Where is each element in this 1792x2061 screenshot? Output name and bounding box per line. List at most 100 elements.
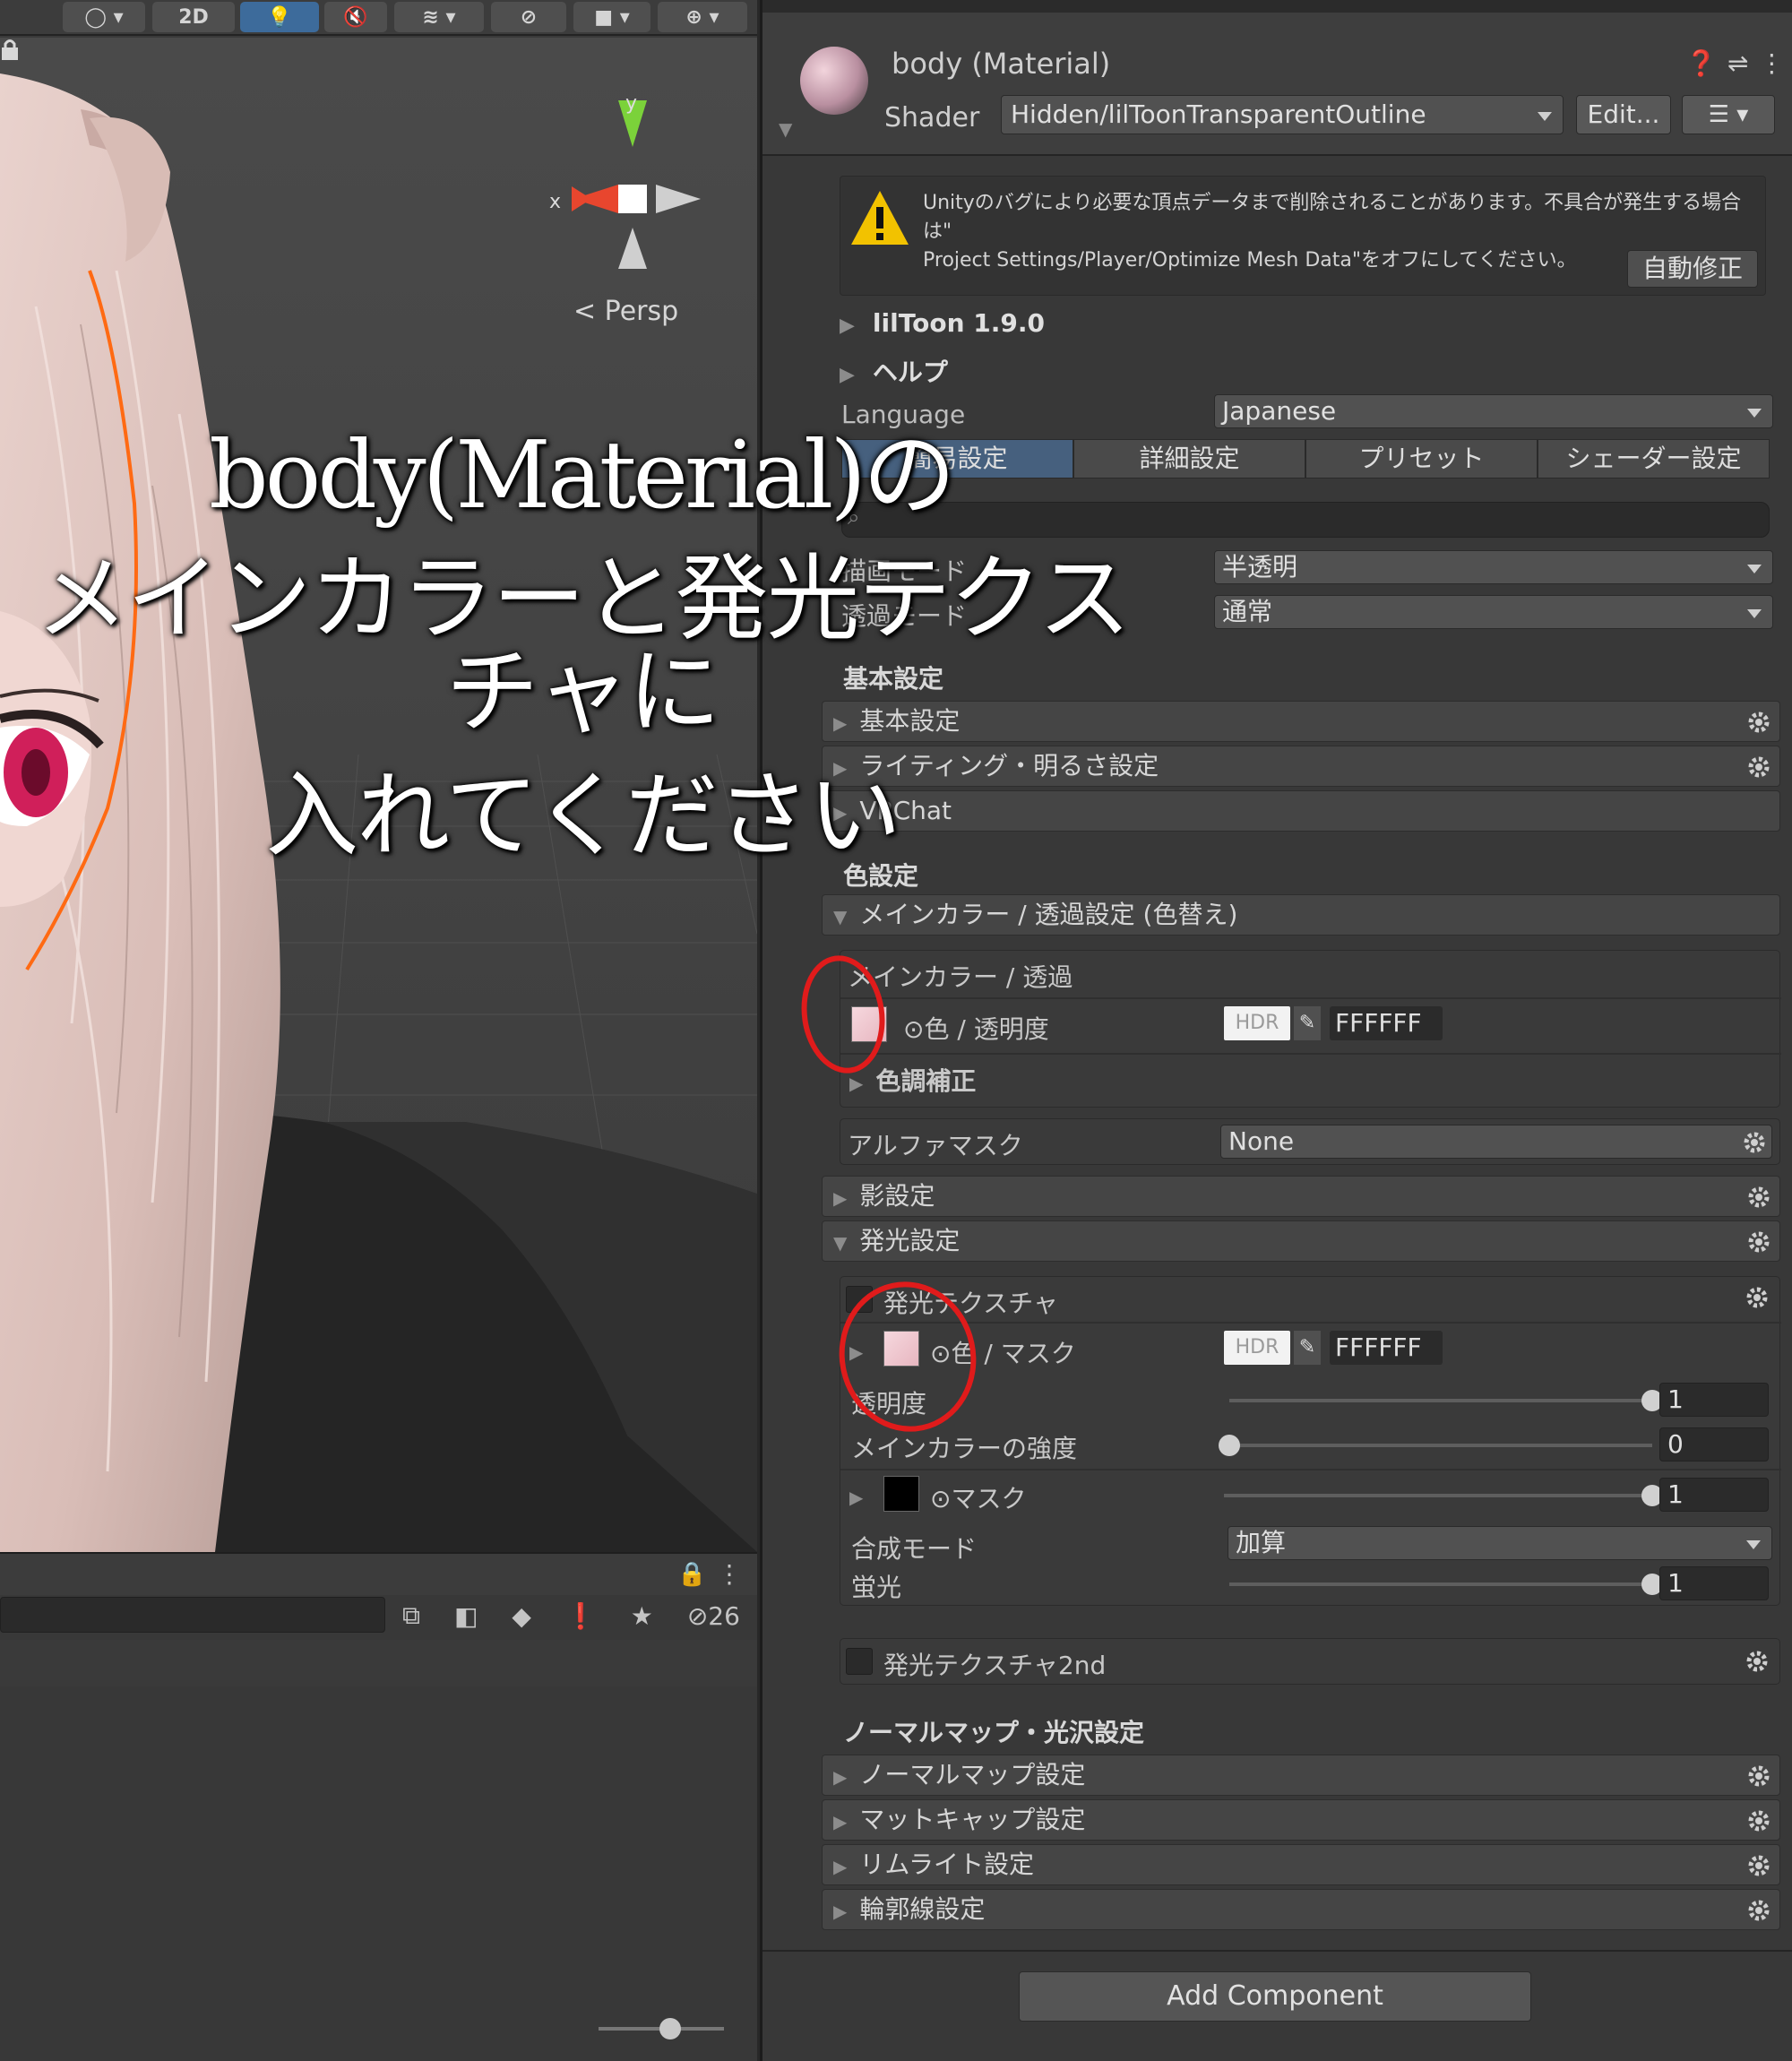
- liltoon-version-foldout[interactable]: ▶ lilToon 1.9.0: [840, 308, 1045, 338]
- gear-icon[interactable]: [1747, 711, 1770, 734]
- icon-size-slider-knob[interactable]: [659, 2018, 681, 2039]
- emission-color-hex-input[interactable]: FFFFFF: [1330, 1331, 1443, 1365]
- rimlight-row[interactable]: ▶ リムライト設定: [822, 1844, 1780, 1885]
- main-color-hdr-swatch[interactable]: HDR: [1224, 1006, 1290, 1040]
- autofix-button[interactable]: 自動修正: [1627, 250, 1758, 288]
- alert-icon[interactable]: ❗: [565, 1601, 597, 1631]
- gear-icon[interactable]: [1747, 1809, 1770, 1832]
- render-mode-dropdown[interactable]: 半透明: [1214, 550, 1773, 584]
- emission-mask-slider[interactable]: [1224, 1494, 1652, 1497]
- kebab-menu-icon[interactable]: ⋮: [717, 1559, 742, 1589]
- presets-icon[interactable]: ⇌: [1727, 48, 1759, 78]
- chevron-down-icon[interactable]: ▼: [779, 118, 792, 140]
- shader-dropdown[interactable]: Hidden/lilToonTransparentOutline: [1001, 95, 1564, 134]
- scene-visibility-button[interactable]: ⊘: [491, 2, 566, 32]
- main-color-header-row[interactable]: ▼ メインカラー / 透過設定 (色替え): [822, 894, 1780, 936]
- normal-map-row[interactable]: ▶ ノーマルマップ設定: [822, 1755, 1780, 1796]
- emission-color-hdr-swatch[interactable]: HDR: [1224, 1331, 1290, 1365]
- hidden-packages-button[interactable]: ⊘26: [687, 1601, 740, 1631]
- header-icons: ❓⇌⋮: [1685, 48, 1792, 78]
- triangle-right-icon: ▶: [833, 757, 848, 779]
- gear-icon[interactable]: [1747, 1899, 1770, 1922]
- open-window-icon[interactable]: ⧉: [402, 1600, 420, 1631]
- project-search-input[interactable]: [0, 1597, 385, 1633]
- triangle-right-icon[interactable]: ▶: [849, 1341, 863, 1363]
- scene-view[interactable]: ◯ ▾ 2D 💡 🔇 ≋ ▾ ⊘ ■ ▾ ⊕ ▾ x y < Persp 🔒 ⋮…: [0, 0, 757, 2061]
- search-icon: ⌕: [848, 504, 860, 530]
- main-texture-slot[interactable]: [851, 1006, 887, 1042]
- scene-viewport[interactable]: x y < Persp: [0, 38, 757, 1552]
- lighting-settings-row[interactable]: ▶ ライティング・明るさ設定: [822, 746, 1780, 787]
- toggle-2d-button[interactable]: 2D: [152, 2, 235, 32]
- alpha-mask-value: None: [1228, 1126, 1295, 1156]
- main-color-strength-slider[interactable]: [1229, 1444, 1652, 1447]
- gear-icon[interactable]: [1747, 755, 1770, 779]
- lock-icon[interactable]: 🔒: [677, 1561, 706, 1588]
- camera-button[interactable]: ■ ▾: [573, 2, 650, 32]
- project-row[interactable]: [0, 1640, 757, 1686]
- color-correction-foldout[interactable]: ▶ 色調補正: [849, 1062, 976, 1098]
- lightbulb-icon: 💡: [267, 5, 292, 29]
- gear-icon[interactable]: [1747, 1230, 1770, 1254]
- material-preview-thumbnail[interactable]: [800, 47, 868, 115]
- shadow-settings-row[interactable]: ▶ 影設定: [822, 1176, 1780, 1217]
- vrchat-row[interactable]: ▶ VRChat: [822, 790, 1780, 832]
- matcap-row[interactable]: ▶ マットキャップ設定: [822, 1799, 1780, 1841]
- tab-simple-settings[interactable]: 簡易設定: [841, 439, 1073, 479]
- label-tag-icon[interactable]: ◆: [512, 1601, 531, 1631]
- audio-toggle-button[interactable]: 🔇: [324, 2, 387, 32]
- main-color-strength-slider-knob[interactable]: [1219, 1435, 1240, 1456]
- draw-mode-button[interactable]: ◯ ▾: [63, 2, 145, 32]
- main-color-strength-input[interactable]: 0: [1659, 1427, 1769, 1462]
- emission-mask-texture-slot[interactable]: [883, 1476, 919, 1512]
- emission-mask-input[interactable]: 1: [1659, 1478, 1769, 1512]
- property-search-input[interactable]: ⌕: [841, 502, 1770, 538]
- emission-opacity-slider[interactable]: [1229, 1399, 1652, 1402]
- eyedropper-icon[interactable]: ✎: [1294, 1006, 1321, 1040]
- tab-presets[interactable]: プリセット: [1305, 439, 1538, 479]
- star-icon[interactable]: ★: [631, 1601, 653, 1631]
- gear-icon[interactable]: [1747, 1854, 1770, 1877]
- gear-icon[interactable]: [1745, 1286, 1769, 1309]
- emission-enable-checkbox[interactable]: [846, 1286, 873, 1313]
- help-label: ヘルプ: [872, 358, 948, 387]
- lock-icon[interactable]: [0, 38, 20, 61]
- color-correction-label: 色調補正: [875, 1066, 977, 1096]
- blend-mode-dropdown[interactable]: 加算: [1228, 1526, 1772, 1560]
- triangle-right-icon: ▶: [833, 1766, 848, 1788]
- emission-texture-slot[interactable]: [883, 1331, 919, 1367]
- emission-2nd-checkbox[interactable]: [846, 1648, 873, 1675]
- chevron-down-icon: [1746, 1540, 1761, 1549]
- kebab-menu-icon[interactable]: ⋮: [1759, 48, 1792, 78]
- gear-icon[interactable]: [1745, 1650, 1769, 1673]
- tab-shader-settings[interactable]: シェーダー設定: [1538, 439, 1770, 479]
- basic-settings-row[interactable]: ▶ 基本設定: [822, 701, 1780, 742]
- material-list-button[interactable]: ☰ ▾: [1682, 95, 1775, 134]
- help-foldout[interactable]: ▶ ヘルプ: [840, 353, 948, 389]
- alpha-mask-field[interactable]: None: [1220, 1125, 1772, 1159]
- tab-advanced-settings[interactable]: 詳細設定: [1073, 439, 1305, 479]
- add-component-button[interactable]: Add Component: [1019, 1971, 1531, 2022]
- fluorescence-input[interactable]: 1: [1659, 1566, 1769, 1600]
- eyedropper-icon[interactable]: ✎: [1294, 1331, 1321, 1365]
- filter-type-icon[interactable]: ◧: [454, 1601, 478, 1631]
- gear-icon[interactable]: [1747, 1186, 1770, 1209]
- triangle-right-icon[interactable]: ▶: [849, 1487, 863, 1508]
- outline-row[interactable]: ▶ 輪郭線設定: [822, 1889, 1780, 1930]
- emission-opacity-input[interactable]: 1: [1659, 1383, 1769, 1417]
- triangle-right-icon: ▶: [840, 315, 855, 337]
- help-icon[interactable]: ❓: [1685, 48, 1727, 78]
- lighting-toggle-button[interactable]: 💡: [240, 2, 319, 32]
- language-dropdown[interactable]: Japanese: [1214, 394, 1773, 428]
- gizmos-button[interactable]: ⊕ ▾: [658, 2, 747, 32]
- edit-shader-button[interactable]: Edit...: [1576, 95, 1671, 134]
- gear-icon[interactable]: [1747, 1764, 1770, 1788]
- persp-label[interactable]: < Persp: [573, 296, 678, 327]
- main-color-hex-input[interactable]: FFFFFF: [1330, 1006, 1443, 1040]
- fluorescence-slider[interactable]: [1229, 1582, 1652, 1586]
- transparent-mode-dropdown[interactable]: 通常: [1214, 595, 1773, 629]
- gear-icon[interactable]: [1743, 1131, 1766, 1154]
- effects-button[interactable]: ≋ ▾: [394, 2, 484, 32]
- row-label: 発光設定: [859, 1226, 961, 1255]
- emission-settings-row[interactable]: ▼ 発光設定: [822, 1220, 1780, 1262]
